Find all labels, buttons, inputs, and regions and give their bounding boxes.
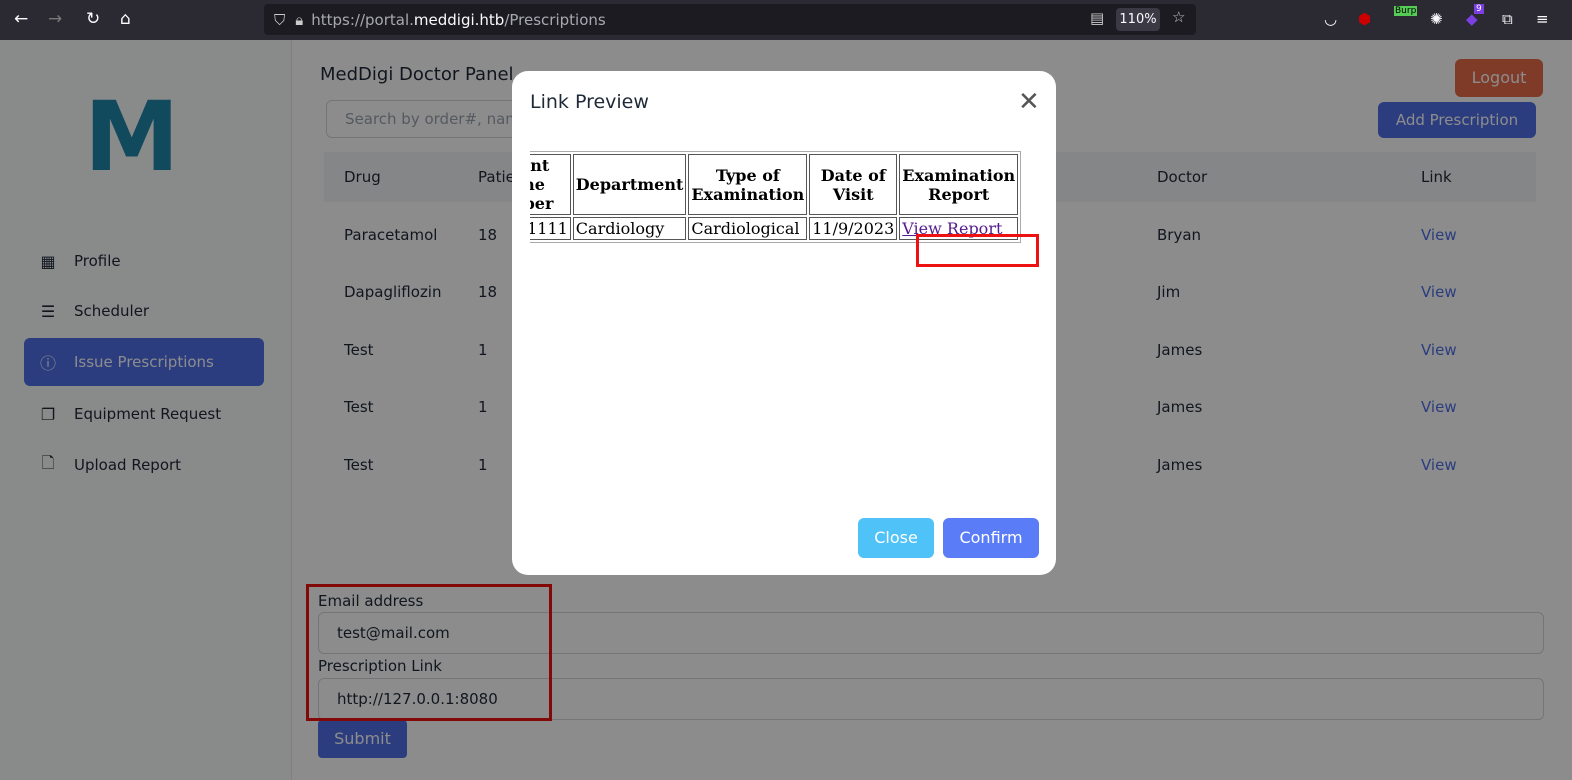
extensions-puzzle-icon[interactable]: ⧉ (1502, 10, 1513, 28)
browser-toolbar: ← → ↻ ⌂ ⛉ 🔒︎ https://portal. meddigi.htb /… (0, 0, 1572, 40)
link-preview-modal: Link Preview ✕ Patient Phone Number Depa… (512, 71, 1056, 575)
modal-title: Link Preview (530, 91, 649, 113)
cookie-icon[interactable]: ✺ (1430, 10, 1443, 28)
table-cell: Cardiology (572, 217, 687, 240)
ublock-icon[interactable]: ⬢ (1358, 10, 1371, 28)
reload-icon[interactable]: ↻ (86, 9, 100, 29)
url-path: /Prescriptions (504, 10, 606, 29)
forward-icon[interactable]: → (48, 9, 62, 29)
table-cell: 11/9/2023 (809, 217, 898, 240)
burp-icon[interactable]: Burp (1394, 6, 1418, 16)
url-prefix: https://portal. (311, 10, 414, 29)
confirm-button[interactable]: Confirm (943, 518, 1039, 558)
back-icon[interactable]: ← (14, 9, 28, 29)
table-header-cell: Patient Phone Number (530, 154, 571, 215)
home-icon[interactable]: ⌂ (120, 9, 131, 29)
bookmark-star-icon[interactable]: ☆ (1172, 8, 1185, 26)
highlight-box (916, 234, 1039, 267)
url-host: meddigi.htb (413, 10, 505, 29)
table-header-cell: Type of Examination (688, 154, 808, 215)
reader-view-icon[interactable]: ▤ (1090, 9, 1104, 27)
table-header-cell: Examination Report (899, 154, 1019, 215)
table-cell: Cardiological (688, 217, 808, 240)
close-button[interactable]: Close (858, 518, 934, 558)
table-header-cell: Department (572, 154, 687, 215)
table-cell: 1111111111 (530, 217, 571, 240)
zoom-level[interactable]: 110% (1116, 8, 1160, 31)
lock-warning-icon: 🔒︎ (295, 10, 304, 29)
shield-icon: ⛉ (274, 10, 286, 29)
address-bar[interactable]: ⛉ 🔒︎ https://portal. meddigi.htb/Prescrip… (264, 4, 1196, 35)
pocket-icon[interactable]: ◡ (1324, 10, 1337, 28)
close-icon[interactable]: ✕ (1018, 87, 1040, 117)
menu-icon[interactable]: ≡ (1536, 10, 1549, 28)
table-header-cell: Date of Visit (809, 154, 898, 215)
preview-table: Patient Phone Number Department Type of … (530, 151, 1022, 243)
extension-badge: 9 (1474, 4, 1484, 14)
